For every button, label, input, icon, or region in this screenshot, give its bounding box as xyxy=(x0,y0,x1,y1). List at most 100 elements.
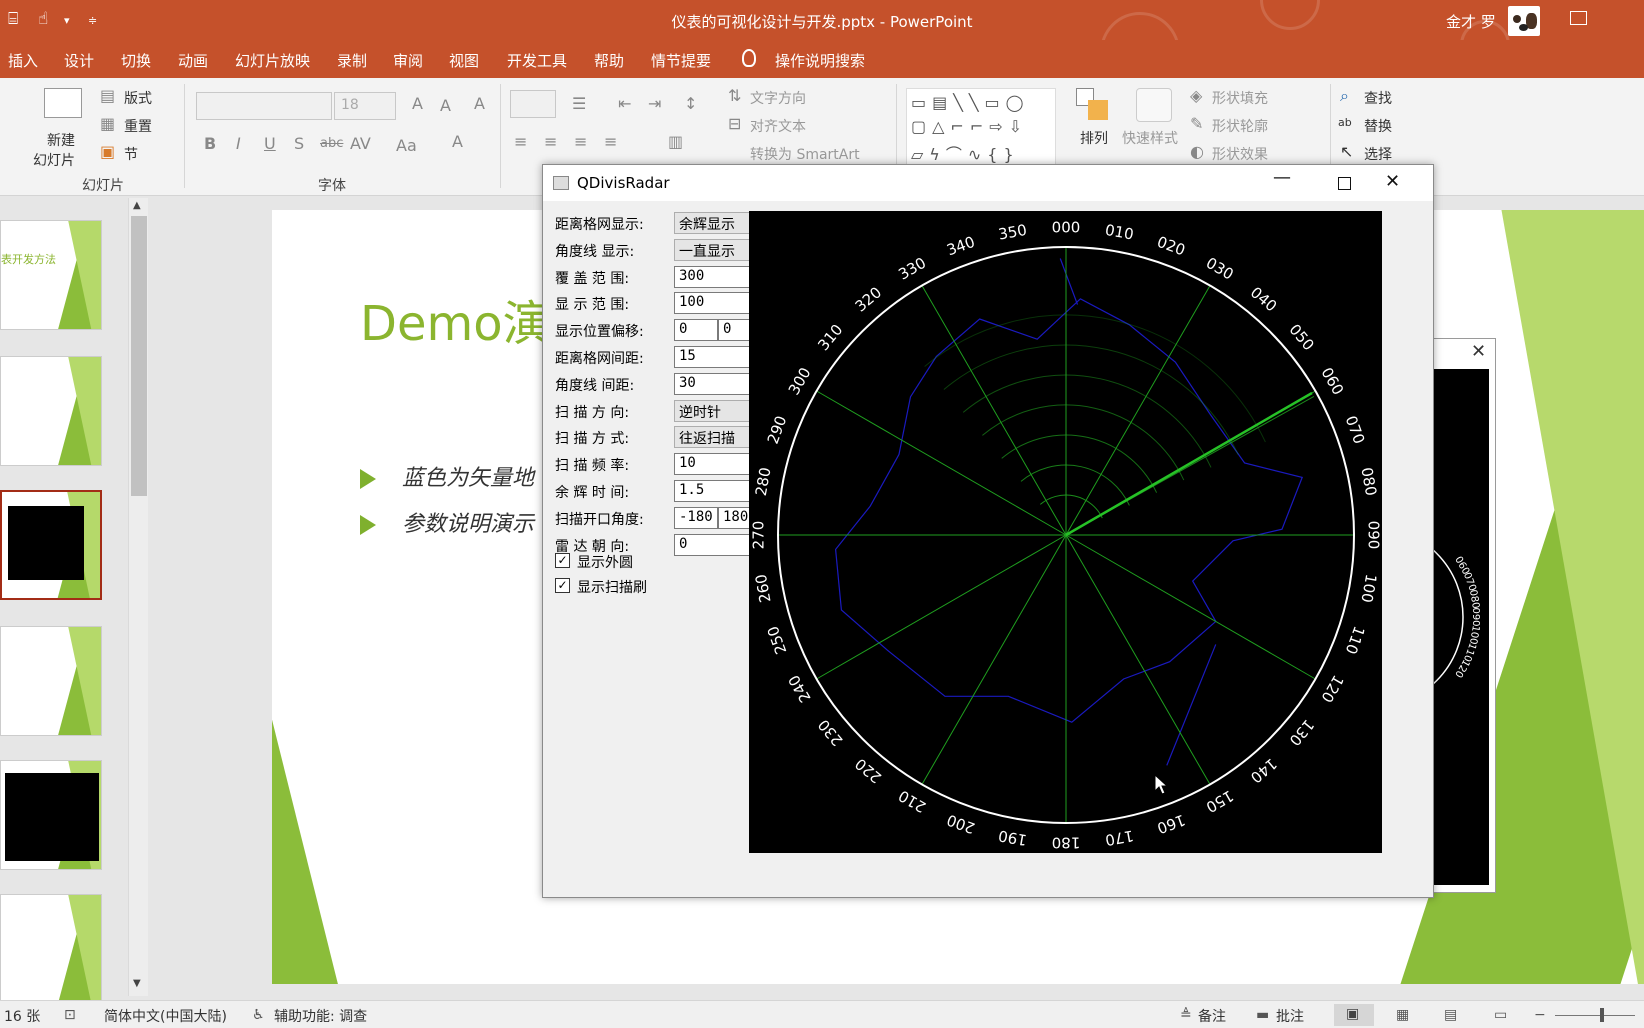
close-icon[interactable]: ✕ xyxy=(1385,171,1400,192)
angle-label: 230 xyxy=(814,716,846,750)
align-text-button[interactable]: 对齐文本 xyxy=(750,116,806,136)
angle-label: 220 xyxy=(852,754,886,786)
slide-thumbnail[interactable] xyxy=(0,356,102,466)
line-spacing-icon[interactable]: ↕ xyxy=(684,94,697,113)
shape-effects-button[interactable]: 形状效果 xyxy=(1212,144,1268,164)
slide-bullet-2[interactable]: 参数说明演示 xyxy=(360,506,534,538)
slide-thumbnail[interactable] xyxy=(0,626,102,736)
tab-animations[interactable]: 动画 xyxy=(178,50,208,71)
ribbon-tabs: 插入 设计 切换 动画 幻灯片放映 录制 审阅 视图 开发工具 帮助 情节提要 … xyxy=(0,40,1644,78)
font-name-combo[interactable] xyxy=(196,92,332,120)
select-button[interactable]: 选择 xyxy=(1364,144,1392,164)
align-center-icon[interactable]: ≡ xyxy=(544,132,557,151)
tab-review[interactable]: 审阅 xyxy=(393,50,423,71)
arrange-button[interactable]: 排列 xyxy=(1080,128,1108,148)
italic-icon[interactable]: I xyxy=(236,134,241,153)
section-button[interactable]: 节 xyxy=(124,144,138,164)
shrink-font-icon[interactable]: A xyxy=(440,96,451,115)
strikethrough-icon[interactable]: abc xyxy=(320,136,343,151)
accessibility-status[interactable]: 辅助功能: 调查 xyxy=(274,1006,367,1026)
bullets-combo[interactable] xyxy=(510,90,556,118)
align-right-icon[interactable]: ≡ xyxy=(574,132,587,151)
tab-record[interactable]: 录制 xyxy=(337,50,367,71)
layout-button[interactable]: 版式 xyxy=(124,88,152,108)
shape-fill-button[interactable]: 形状填充 xyxy=(1212,88,1268,108)
slide-count[interactable]: 16 张 xyxy=(4,1006,40,1026)
angle-line xyxy=(1065,534,1316,680)
slide-thumbnail-selected[interactable] xyxy=(0,490,102,600)
minimize-icon[interactable]: — xyxy=(1273,167,1291,188)
decrease-indent-icon[interactable]: ⇤ xyxy=(618,94,631,113)
user-name[interactable]: 金才 罗 xyxy=(1446,11,1496,32)
ribbon-display-options-button[interactable] xyxy=(1570,11,1587,25)
zoom-slider-knob[interactable] xyxy=(1600,1008,1604,1022)
radar-display[interactable]: 000 010 020 030 040 050 060 070 080 090 100 110 120 1… xyxy=(749,211,1383,853)
thumbnail-scrollbar[interactable]: ▲ ▼ xyxy=(128,198,148,996)
background-radar-window[interactable]: ✕ 060 070 080 090 100 110 120 xyxy=(1432,338,1496,893)
slide-thumbnail[interactable]: 表开发方法 xyxy=(0,220,102,330)
qdivisradar-window[interactable]: QDivisRadar — ✕ 距离格网显示: 余辉显示 角度线 显示: 一直显示覆 … xyxy=(542,164,1434,898)
notes-button[interactable]: 备注 xyxy=(1198,1006,1226,1026)
tab-developer[interactable]: 开发工具 xyxy=(507,50,567,71)
shadow-icon[interactable]: S xyxy=(294,134,304,153)
slide-thumbnail[interactable] xyxy=(0,894,102,1004)
avatar[interactable] xyxy=(1508,6,1540,36)
clear-format-icon[interactable]: A xyxy=(474,94,485,113)
settings-input[interactable]: 0 xyxy=(674,319,718,342)
language-status[interactable]: 简体中文(中国大陆) xyxy=(104,1006,227,1026)
angle-label: 210 xyxy=(895,786,929,816)
quick-styles-button[interactable]: 快速样式 xyxy=(1122,128,1178,148)
font-color-icon[interactable]: A xyxy=(452,132,463,151)
slideshow-view-icon[interactable]: ▭ xyxy=(1494,1007,1507,1023)
close-icon[interactable]: ✕ xyxy=(1471,341,1486,362)
convert-smartart-button[interactable]: 转换为 SmartArt xyxy=(750,144,860,164)
find-button[interactable]: 查找 xyxy=(1364,88,1392,108)
tab-insert[interactable]: 插入 xyxy=(8,50,38,71)
scrollbar-thumb[interactable] xyxy=(131,216,147,496)
mouse-cursor-icon xyxy=(1154,774,1169,795)
shapes-gallery[interactable]: ▭▤╲╲▭◯ ▢△⌐⌐⇨⇩ ▱ϟ⌒∿{} xyxy=(906,88,1056,168)
justify-icon[interactable]: ≡ xyxy=(604,132,617,151)
grow-font-icon[interactable]: A xyxy=(412,94,423,113)
settings-input[interactable]: -180 xyxy=(674,506,718,529)
new-slide-label-2[interactable]: 幻灯片 xyxy=(33,150,75,170)
accessibility-icon[interactable]: ♿ xyxy=(252,1007,265,1023)
tab-view[interactable]: 视图 xyxy=(449,50,479,71)
font-size-combo[interactable]: 18 xyxy=(334,92,396,120)
tab-slideshow[interactable]: 幻灯片放映 xyxy=(235,50,310,71)
align-left-icon[interactable]: ≡ xyxy=(514,132,527,151)
reset-button[interactable]: 重置 xyxy=(124,116,152,136)
new-slide-icon[interactable] xyxy=(44,88,82,118)
text-direction-button[interactable]: 文字方向 xyxy=(750,88,806,108)
shape-outline-button[interactable]: 形状轮廓 xyxy=(1212,116,1268,136)
zoom-out-icon[interactable]: − xyxy=(1534,1007,1546,1023)
window-titlebar[interactable]: QDivisRadar — ✕ xyxy=(543,165,1433,201)
char-spacing-icon[interactable]: AV xyxy=(350,134,371,153)
spell-check-icon[interactable]: ⊡ xyxy=(64,1007,76,1023)
scroll-down-icon[interactable]: ▼ xyxy=(133,978,141,989)
slide-title[interactable]: Demo演 xyxy=(360,284,551,354)
replace-button[interactable]: 替换 xyxy=(1364,116,1392,136)
slide-thumbnail[interactable] xyxy=(0,760,102,870)
tab-storyboard[interactable]: 情节提要 xyxy=(651,50,711,71)
bold-icon[interactable]: B xyxy=(204,134,216,153)
new-slide-label[interactable]: 新建 xyxy=(47,130,75,150)
change-case-icon[interactable]: Aa xyxy=(396,136,417,155)
scroll-up-icon[interactable]: ▲ xyxy=(133,200,141,211)
tab-help[interactable]: 帮助 xyxy=(594,50,624,71)
numbering-icon[interactable]: ☰ xyxy=(572,94,586,113)
comments-button[interactable]: 批注 xyxy=(1276,1006,1304,1026)
tell-me-search[interactable]: 操作说明搜索 xyxy=(775,50,865,71)
tab-transitions[interactable]: 切换 xyxy=(121,50,151,71)
increase-indent-icon[interactable]: ⇥ xyxy=(648,94,661,113)
slide-sorter-icon[interactable]: ▦ xyxy=(1396,1007,1409,1023)
maximize-icon[interactable] xyxy=(1338,177,1351,190)
underline-icon[interactable]: U xyxy=(264,134,276,153)
angle-label: 310 xyxy=(814,321,846,355)
slide-bullet-1[interactable]: 蓝色为矢量地 xyxy=(360,460,534,492)
normal-view-button[interactable]: ▣ xyxy=(1334,1004,1374,1026)
tab-design[interactable]: 设计 xyxy=(64,50,94,71)
reading-view-icon[interactable]: ▤ xyxy=(1444,1007,1457,1023)
columns-icon[interactable]: ▥ xyxy=(668,132,683,151)
zoom-slider[interactable] xyxy=(1555,1015,1635,1016)
